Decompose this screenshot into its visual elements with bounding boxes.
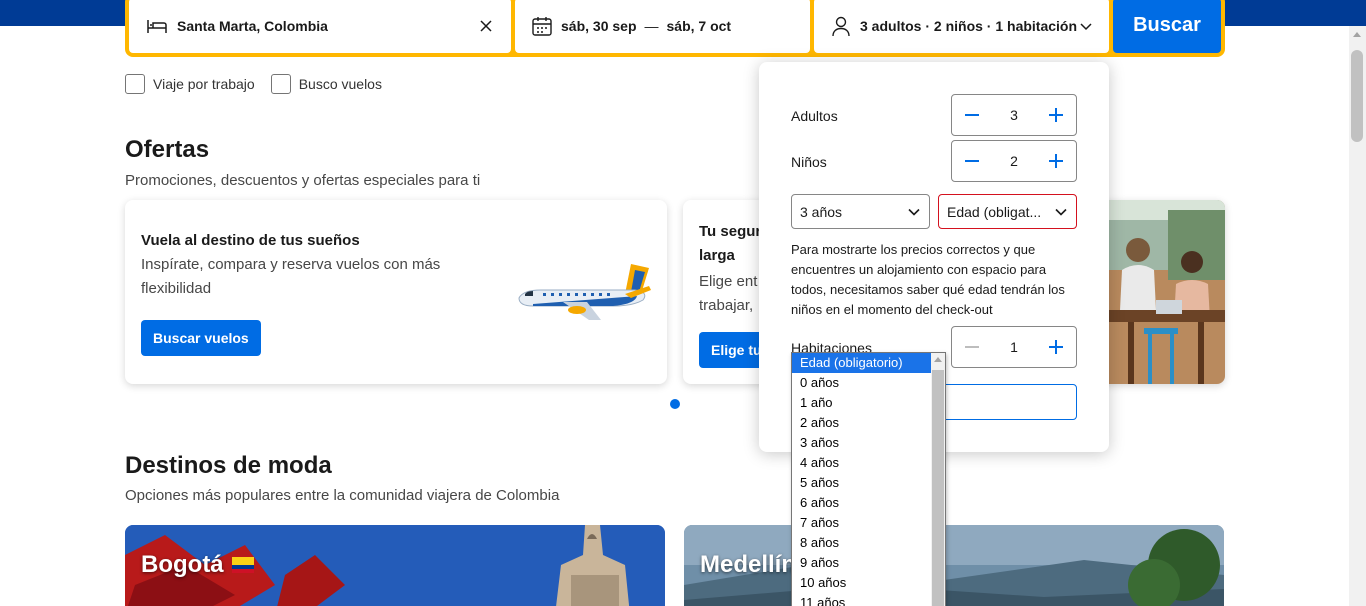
search-options: Viaje por trabajo Busco vuelos xyxy=(125,74,382,94)
destination-field[interactable]: Santa Marta, Colombia xyxy=(129,0,511,53)
date-end: sáb, 7 oct xyxy=(666,17,732,34)
children-label: Niños xyxy=(791,154,827,170)
scroll-up-arrow-icon[interactable] xyxy=(1353,32,1361,37)
search-flights-button[interactable]: Buscar vuelos xyxy=(141,320,261,356)
offer-card-flights: Vuela al destino de tus sueños Inspírate… xyxy=(125,200,667,384)
destination-label: Bogotá xyxy=(141,551,254,579)
work-trip-checkbox[interactable]: Viaje por trabajo xyxy=(125,74,255,94)
date-start: sáb, 30 sep xyxy=(561,17,637,34)
age-option[interactable]: 9 años xyxy=(792,553,945,573)
age-option[interactable]: 0 años xyxy=(792,373,945,393)
children-value: 2 xyxy=(1010,153,1018,169)
child-age-select-2[interactable]: Edad (obligat... xyxy=(938,194,1077,229)
age-option[interactable]: 2 años xyxy=(792,413,945,433)
clear-icon[interactable] xyxy=(479,19,493,33)
adults-stepper: 3 xyxy=(951,94,1077,136)
search-button[interactable]: Buscar xyxy=(1113,0,1221,53)
checkbox-box[interactable] xyxy=(270,74,291,94)
select-value: Edad (obligat... xyxy=(947,203,1042,220)
offer-card-title: Vuela al destino de tus sueños xyxy=(141,232,360,249)
flights-checkbox[interactable]: Busco vuelos xyxy=(270,74,382,94)
age-option[interactable]: 11 años xyxy=(792,593,945,606)
offers-title: Ofertas xyxy=(125,136,210,163)
rooms-stepper: 1 xyxy=(951,326,1077,368)
calendar-icon xyxy=(532,16,552,36)
minus-icon[interactable] xyxy=(962,151,982,171)
destination-value: Santa Marta, Colombia xyxy=(177,17,328,34)
destination-label: Medellín xyxy=(700,551,796,579)
listbox-scrollbar[interactable] xyxy=(931,353,945,606)
age-option[interactable]: 10 años xyxy=(792,573,945,593)
plus-icon[interactable] xyxy=(1046,105,1066,125)
minus-icon[interactable] xyxy=(962,337,982,357)
adults-value: 3 xyxy=(1010,107,1018,123)
age-option[interactable]: 4 años xyxy=(792,453,945,473)
date-separator: — xyxy=(644,17,659,34)
person-icon xyxy=(832,16,850,36)
minus-icon[interactable] xyxy=(962,105,982,125)
plus-icon[interactable] xyxy=(1046,337,1066,357)
chevron-down-icon xyxy=(1080,22,1092,30)
trending-title: Destinos de moda xyxy=(125,452,332,479)
rooms-value: 1 xyxy=(1010,339,1018,355)
destination-card-medellin[interactable]: Medellín xyxy=(684,525,1224,606)
checkbox-box[interactable] xyxy=(125,74,145,94)
colombia-flag-icon xyxy=(231,557,254,573)
checkbox-label: Busco vuelos xyxy=(298,76,382,92)
plus-icon[interactable] xyxy=(1046,151,1066,171)
age-option[interactable]: 5 años xyxy=(792,473,945,493)
checkbox-label: Viaje por trabajo xyxy=(153,76,255,92)
child-age-listbox[interactable]: Edad (obligatorio) 0 años 1 año 2 años 3 año… xyxy=(791,352,946,606)
age-option[interactable]: 7 años xyxy=(792,513,945,533)
age-option[interactable]: 1 año xyxy=(792,393,945,413)
destination-name: Medellín xyxy=(700,551,797,578)
adults-label: Adultos xyxy=(791,108,838,124)
scrollbar-thumb[interactable] xyxy=(1351,50,1363,142)
destination-card-bogota[interactable]: Bogotá xyxy=(125,525,665,606)
page-scrollbar[interactable] xyxy=(1349,26,1366,606)
offer-card-body: Inspírate, compara y reserva vuelos con … xyxy=(141,256,441,297)
airplane-illustration xyxy=(518,264,651,320)
bed-icon xyxy=(147,19,167,33)
age-option[interactable]: Edad (obligatorio) xyxy=(792,353,945,373)
search-bar: Santa Marta, Colombia sáb, 30 sep — sáb,… xyxy=(125,0,1225,57)
guests-value: 3 adultos · 2 niños · 1 habitación xyxy=(860,17,1078,34)
chevron-down-icon xyxy=(1055,208,1067,216)
listbox-options: Edad (obligatorio) 0 años 1 año 2 años 3 año… xyxy=(792,353,945,606)
child-age-select-1[interactable]: 3 años xyxy=(791,194,930,229)
dates-field[interactable]: sáb, 30 sep — sáb, 7 oct xyxy=(515,0,810,53)
trending-subtitle: Opciones más populares entre la comunida… xyxy=(125,487,560,504)
children-age-note: Para mostrarte los precios correctos y q… xyxy=(791,242,1065,317)
guests-field[interactable]: 3 adultos · 2 niños · 1 habitación xyxy=(814,0,1109,53)
children-stepper: 2 xyxy=(951,140,1077,182)
select-value: 3 años xyxy=(800,203,843,220)
scrollbar-thumb[interactable] xyxy=(932,370,944,606)
chevron-down-icon xyxy=(908,208,920,216)
scroll-up-arrow-icon[interactable] xyxy=(934,357,942,362)
age-option[interactable]: 3 años xyxy=(792,433,945,453)
people-working-photo xyxy=(1108,200,1225,384)
carousel-dot[interactable] xyxy=(670,399,680,409)
destination-name: Bogotá xyxy=(141,551,224,578)
offers-subtitle: Promociones, descuentos y ofertas especi… xyxy=(125,172,481,189)
age-option[interactable]: 8 años xyxy=(792,533,945,553)
age-option[interactable]: 6 años xyxy=(792,493,945,513)
